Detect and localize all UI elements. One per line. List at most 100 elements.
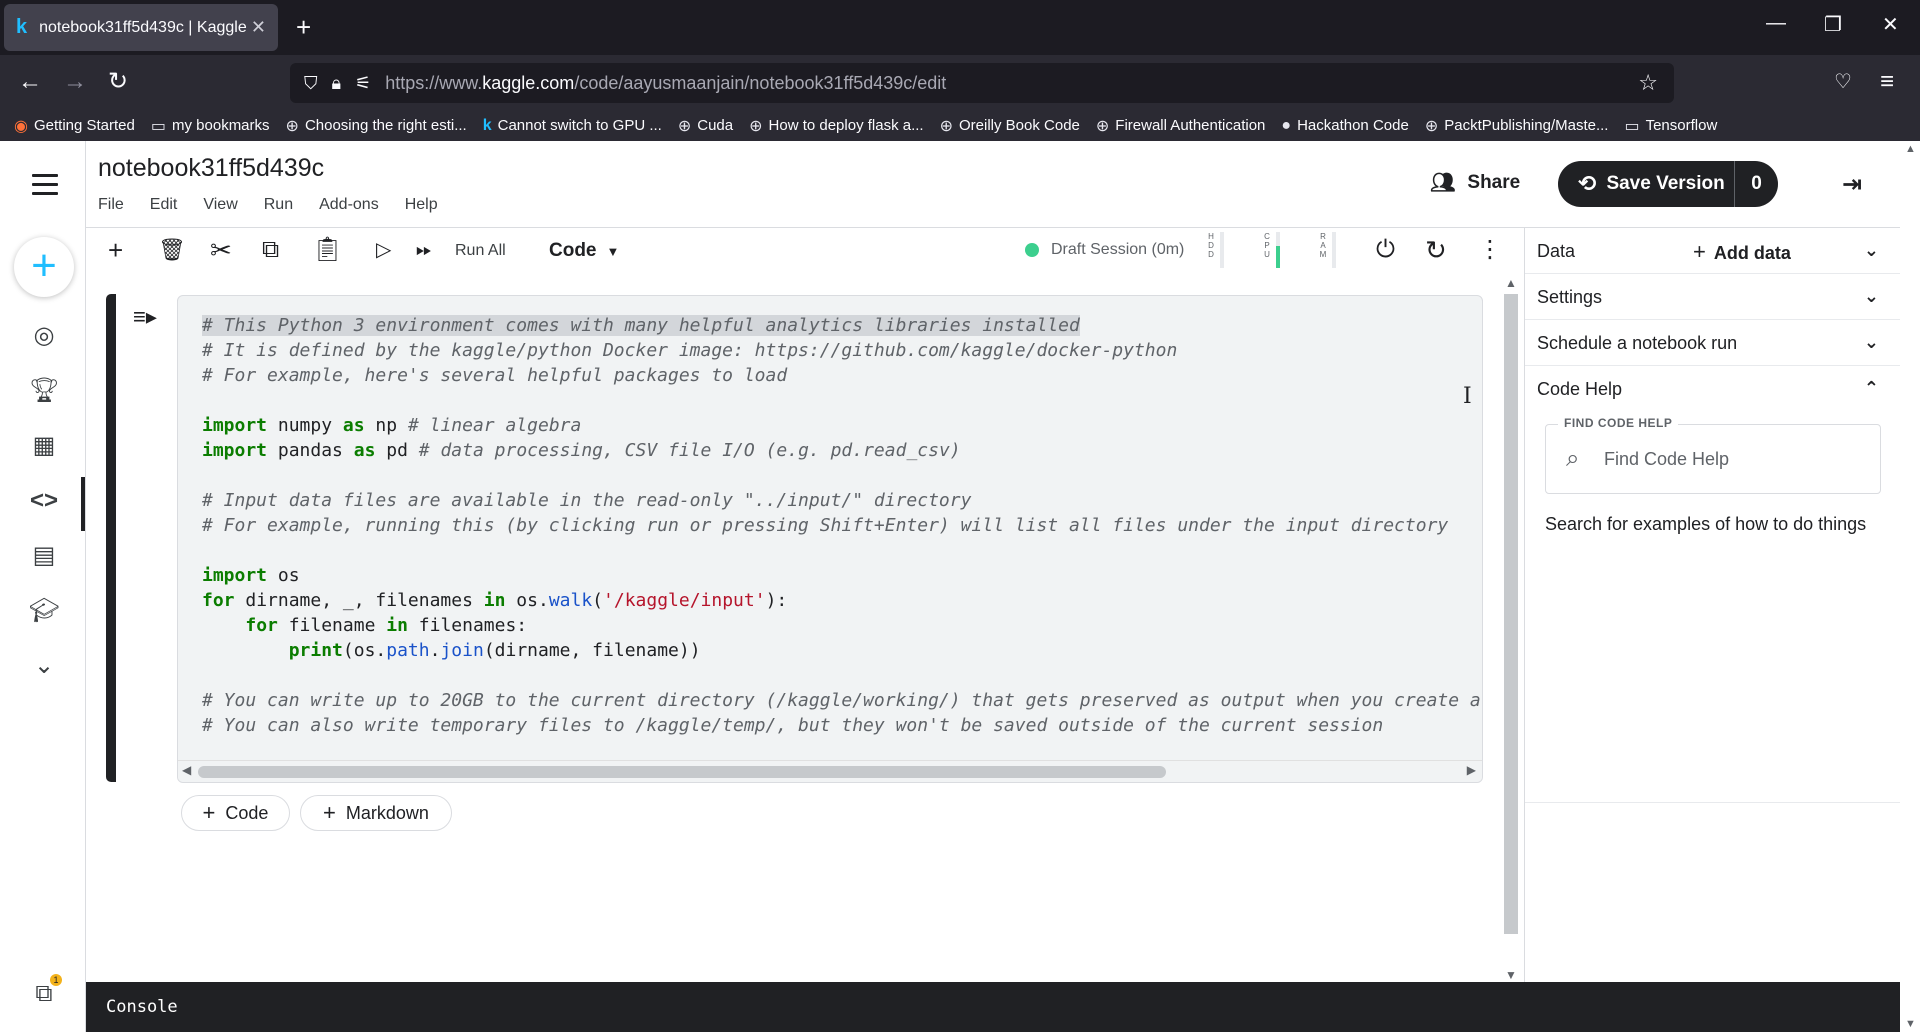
collapse-panel-icon[interactable]: ⇥ bbox=[1842, 170, 1862, 199]
bookmark-item[interactable]: ⊕ Oreilly Book Code bbox=[940, 116, 1080, 136]
scroll-up-icon[interactable]: ▲ bbox=[1905, 143, 1916, 155]
paste-icon[interactable]: 📋︎ bbox=[312, 236, 342, 264]
url-text[interactable]: https://www.kaggle.com/code/aayusmaanjai… bbox=[385, 73, 946, 94]
cell-type-select[interactable]: Code ▼ bbox=[549, 240, 619, 262]
find-code-help-input[interactable] bbox=[1604, 443, 1864, 475]
new-tab-icon[interactable]: + bbox=[296, 12, 311, 42]
menu-edit[interactable]: Edit bbox=[150, 196, 178, 214]
bookmark-label: Getting Started bbox=[33, 117, 135, 134]
add-data-button[interactable]: + Add data bbox=[1693, 239, 1791, 265]
delete-cell-icon[interactable]: 🗑︎ bbox=[158, 236, 186, 264]
minimize-window-icon[interactable]: — bbox=[1766, 12, 1786, 35]
chevron-up-icon[interactable]: ⌃ bbox=[1864, 378, 1879, 399]
code-icon[interactable]: <> bbox=[29, 486, 59, 516]
meter-ram[interactable]: RAM bbox=[1318, 232, 1336, 268]
add-cell-icon[interactable]: + bbox=[108, 236, 123, 264]
bookmark-item[interactable]: ⊕ Choosing the right esti... bbox=[286, 116, 467, 136]
code-line: # Input data files are available in the … bbox=[202, 488, 1482, 513]
lock-icon[interactable]: 🔒︎ bbox=[332, 73, 342, 94]
app-menu-icon[interactable]: ≡ bbox=[1880, 68, 1894, 96]
data-section[interactable]: Data + Add data ⌄ bbox=[1525, 228, 1901, 274]
address-bar[interactable]: ⛉ 🔒︎ ⚟ https://www.kaggle.com/code/aayus… bbox=[290, 63, 1674, 103]
bookmark-item[interactable]: ⊕ How to deploy flask a... bbox=[749, 116, 923, 136]
settings-section[interactable]: Settings ⌄ bbox=[1525, 274, 1901, 320]
data-section-label: Data bbox=[1537, 241, 1576, 261]
chevron-down-icon[interactable]: ⌄ bbox=[1864, 286, 1879, 307]
scroll-right-icon[interactable]: ▶ bbox=[1467, 763, 1476, 777]
reload-icon[interactable]: ↻ bbox=[108, 68, 128, 96]
bookmark-item[interactable]: ⊕ PacktPublishing/Maste... bbox=[1425, 116, 1609, 136]
menu-view[interactable]: View bbox=[203, 196, 237, 214]
notebook-scrollbar[interactable]: ▲ ▼ bbox=[1502, 276, 1520, 982]
create-button[interactable]: + bbox=[14, 237, 74, 297]
shield-icon[interactable]: ⛉ bbox=[304, 73, 318, 94]
run-all-icon[interactable]: ⏩︎ bbox=[416, 236, 432, 264]
bookmark-item[interactable]: ⊕ Cuda bbox=[678, 116, 733, 136]
menu-file[interactable]: File bbox=[98, 196, 124, 214]
compass-icon[interactable]: ◎ bbox=[29, 321, 59, 351]
code-token: '/kaggle/input' bbox=[603, 590, 766, 611]
permissions-icon[interactable]: ⚟ bbox=[355, 73, 371, 94]
plus-icon: + bbox=[202, 800, 216, 825]
close-tab-icon[interactable]: ✕ bbox=[251, 17, 266, 38]
schedule-section[interactable]: Schedule a notebook run ⌄ bbox=[1525, 320, 1901, 366]
table-icon[interactable]: ▦ bbox=[29, 431, 59, 461]
bookmark-item[interactable]: ⊕ Firewall Authentication bbox=[1096, 116, 1266, 136]
bookmark-item[interactable]: ● Hackathon Code bbox=[1281, 117, 1408, 135]
trophy-icon[interactable]: 🏆︎ bbox=[29, 376, 59, 406]
run-cell-icon[interactable]: ▷ bbox=[376, 236, 391, 264]
chevron-down-icon[interactable]: ⌄ bbox=[1864, 332, 1879, 353]
code-help-section[interactable]: Code Help ⌃ bbox=[1525, 366, 1901, 412]
meter-hdd[interactable]: HDD bbox=[1206, 232, 1224, 268]
scroll-left-icon[interactable]: ◀ bbox=[182, 763, 191, 777]
scroll-down-icon[interactable]: ▼ bbox=[1505, 968, 1517, 982]
scrollbar-thumb[interactable] bbox=[1504, 294, 1518, 934]
bookmark-star-icon[interactable]: ☆ bbox=[1638, 70, 1658, 96]
add-code-cell-button[interactable]: + Code bbox=[181, 795, 290, 831]
meter-cpu[interactable]: CPU bbox=[1262, 232, 1280, 268]
discussion-icon[interactable]: ▤ bbox=[29, 541, 59, 571]
close-window-icon[interactable]: ✕ bbox=[1882, 12, 1899, 37]
caret-down-icon: ▼ bbox=[606, 244, 620, 259]
bookmark-item[interactable]: ▭ Tensorflow bbox=[1624, 116, 1717, 136]
browser-tab[interactable]: k notebook31ff5d439c | Kaggle ✕ bbox=[4, 4, 278, 51]
session-status[interactable]: Draft Session (0m) bbox=[1025, 241, 1184, 259]
bookmark-item[interactable]: ▭ my bookmarks bbox=[151, 116, 270, 136]
find-code-help-field[interactable]: FIND CODE HELP ⌕ bbox=[1545, 416, 1881, 494]
console-bar[interactable]: Console bbox=[86, 982, 1900, 1032]
share-button[interactable]: 👥︎ Share bbox=[1430, 170, 1520, 195]
horizontal-scrollbar[interactable]: ◀ ▶ bbox=[178, 760, 1482, 782]
cut-icon[interactable]: ✂ bbox=[210, 236, 232, 264]
restore-window-icon[interactable]: ❐ bbox=[1824, 12, 1842, 37]
scroll-up-icon[interactable]: ▲ bbox=[1505, 276, 1517, 290]
power-icon[interactable]: ⏻ bbox=[1376, 236, 1395, 264]
run-all-button[interactable]: Run All bbox=[455, 242, 506, 260]
chevron-down-icon[interactable]: ⌄ bbox=[29, 651, 59, 681]
scroll-down-icon[interactable]: ▼ bbox=[1905, 1018, 1916, 1030]
menu-run[interactable]: Run bbox=[264, 196, 293, 214]
restart-icon[interactable]: ↻ bbox=[1425, 236, 1447, 264]
back-arrow-icon[interactable]: ← bbox=[18, 68, 42, 96]
menu-add-ons[interactable]: Add-ons bbox=[319, 196, 379, 214]
save-version-button[interactable]: ⟲ Save Version 0 bbox=[1558, 161, 1778, 207]
copy-icon[interactable]: ⧉ bbox=[262, 236, 279, 264]
page-scrollbar[interactable]: ▲ ▼ bbox=[1900, 141, 1920, 1032]
bookmark-item[interactable]: ◉ Getting Started bbox=[14, 116, 135, 136]
code-editor[interactable]: # This Python 3 environment comes with m… bbox=[202, 313, 1482, 738]
bookmark-item[interactable]: k Cannot switch to GPU ... bbox=[483, 117, 662, 135]
folder-icon: ▭ bbox=[150, 117, 166, 135]
notebook-title[interactable]: notebook31ff5d439c bbox=[98, 154, 324, 183]
cell-menu-icon[interactable]: ≡▸ bbox=[133, 304, 157, 330]
scrollbar-thumb[interactable] bbox=[198, 766, 1166, 778]
more-options-icon[interactable]: ⋮ bbox=[1478, 236, 1502, 264]
add-markdown-cell-button[interactable]: + Markdown bbox=[300, 795, 452, 831]
code-cell[interactable]: # This Python 3 environment comes with m… bbox=[177, 295, 1483, 783]
learn-icon[interactable]: 🎓︎ bbox=[29, 596, 59, 626]
chevron-down-icon[interactable]: ⌄ bbox=[1864, 240, 1879, 261]
pocket-icon[interactable]: ♡ bbox=[1834, 68, 1852, 96]
forward-arrow-icon[interactable]: → bbox=[63, 68, 87, 96]
version-count[interactable]: 0 bbox=[1734, 161, 1778, 207]
hamburger-menu-icon[interactable] bbox=[32, 174, 58, 201]
code-token: (dirname, filename)) bbox=[483, 640, 701, 661]
menu-help[interactable]: Help bbox=[405, 196, 438, 214]
